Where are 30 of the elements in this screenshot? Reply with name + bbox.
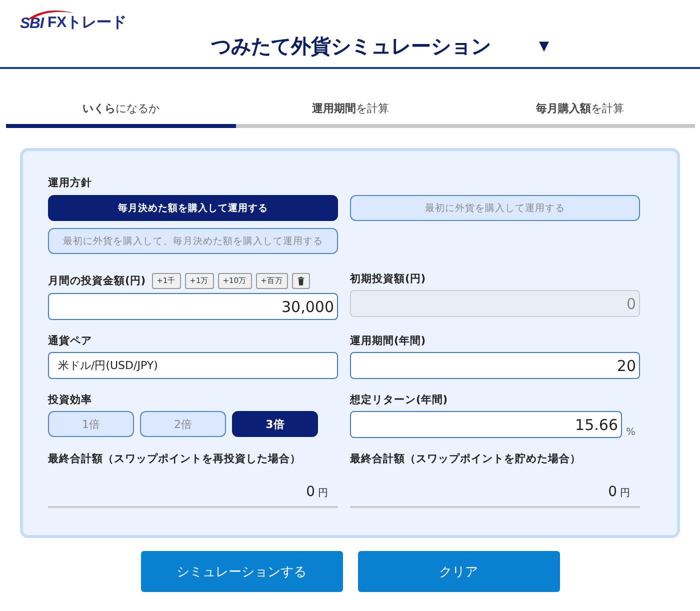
field-label: 運用期間(年間): [350, 334, 427, 348]
result-value: 0: [306, 484, 315, 500]
field-label: 投資効率: [48, 393, 93, 407]
option-button[interactable]: 3倍: [232, 411, 318, 437]
dropdown-toggle[interactable]: ▼: [539, 39, 549, 54]
option-button[interactable]: 毎月決めた額を購入して運用する: [48, 195, 338, 221]
result-value: 0: [608, 484, 617, 500]
field-label: 運用方針: [48, 176, 93, 190]
delete-button[interactable]: [292, 272, 310, 288]
trash-icon: [296, 276, 305, 286]
field-label: 想定リターン(年間): [350, 393, 449, 407]
field-label: 最終合計額（スワップポイントを再投資した場合）: [48, 452, 302, 466]
unit-label: %: [626, 427, 636, 438]
tab[interactable]: 毎月購入額を計算: [465, 101, 696, 128]
field-label: 初期投資額(円): [350, 272, 427, 286]
field-label: 通貨ペア: [48, 334, 93, 348]
unit-label: 円: [318, 487, 328, 500]
page-title: つみたて外貨シミュレーション: [211, 33, 491, 60]
unit-label: 円: [620, 487, 630, 500]
action-button[interactable]: シミュレーションする: [140, 551, 342, 592]
field-label: 月間の投資金額(円): [48, 274, 146, 288]
input-field[interactable]: 30,000: [48, 293, 338, 320]
tab[interactable]: 運用期間を計算: [236, 101, 466, 128]
action-button[interactable]: クリア: [358, 551, 560, 592]
field-label: 最終合計額（スワップポイントを貯めた場合）: [350, 452, 582, 466]
input-field[interactable]: 20: [350, 352, 640, 379]
tab[interactable]: いくらになるか: [6, 101, 236, 128]
input-field[interactable]: 米ドル/円(USD/JPY): [48, 352, 338, 379]
logo: SBI FXトレード: [20, 8, 127, 32]
input-field[interactable]: 15.66: [350, 411, 622, 438]
